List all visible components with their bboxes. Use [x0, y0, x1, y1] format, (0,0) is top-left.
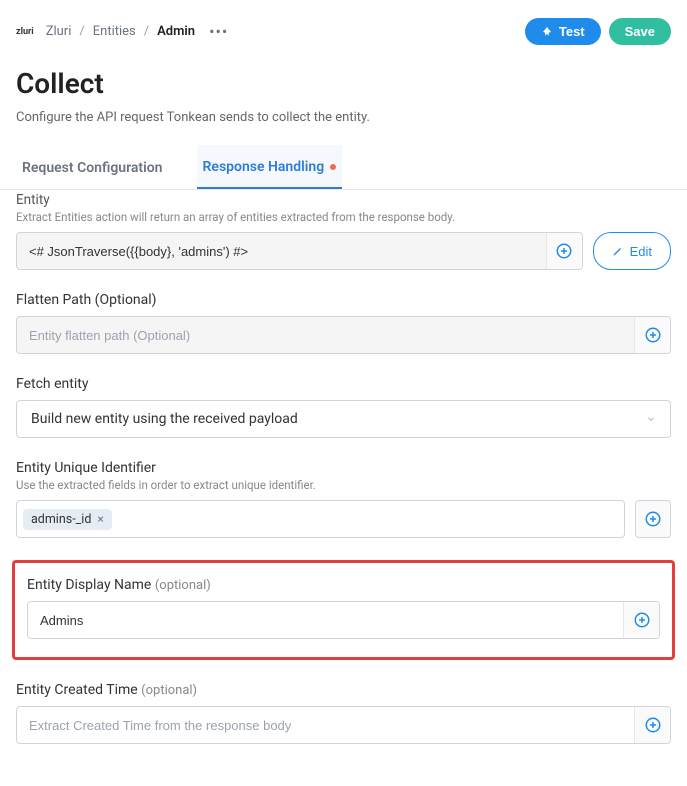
test-button[interactable]: Test — [525, 18, 601, 45]
rocket-icon — [541, 26, 553, 38]
breadcrumb-current: Admin — [157, 24, 195, 39]
test-label: Test — [559, 24, 585, 39]
breadcrumb-item[interactable]: Entities — [93, 24, 136, 39]
created-time-input[interactable] — [17, 707, 634, 743]
save-label: Save — [625, 24, 655, 39]
flatten-path-input[interactable] — [17, 317, 634, 353]
highlight-region: Entity Display Name (optional) — [12, 560, 675, 660]
remove-tag-icon[interactable]: × — [97, 512, 103, 526]
tag-chip: admins-_id × — [23, 509, 112, 530]
plus-circle-icon — [644, 510, 662, 528]
fetch-entity-select[interactable]: Build new entity using the received payl… — [16, 400, 671, 438]
insert-field-button[interactable] — [623, 602, 659, 638]
breadcrumb-item[interactable]: Zluri — [46, 24, 72, 39]
edit-label: Edit — [630, 244, 652, 259]
pencil-icon — [612, 245, 624, 257]
save-button[interactable]: Save — [609, 18, 671, 45]
insert-field-button[interactable] — [635, 500, 671, 538]
uid-tag-input[interactable]: admins-_id × — [16, 500, 625, 538]
breadcrumb-separator: / — [79, 24, 84, 39]
breadcrumb: zluri Zluri / Entities / Admin ••• — [16, 24, 228, 40]
display-name-input[interactable] — [28, 602, 623, 638]
display-name-label: Entity Display Name (optional) — [27, 577, 660, 593]
plus-circle-icon — [633, 611, 651, 629]
plus-circle-icon — [644, 716, 662, 734]
logo: zluri — [16, 27, 34, 37]
page-subtitle: Configure the API request Tonkean sends … — [16, 110, 671, 125]
dot-indicator-icon — [330, 164, 336, 170]
edit-button[interactable]: Edit — [593, 232, 671, 270]
insert-field-button[interactable] — [634, 707, 670, 743]
entity-help: Extract Entities action will return an a… — [16, 210, 671, 224]
plus-circle-icon — [555, 242, 573, 260]
flatten-path-label: Flatten Path (Optional) — [16, 292, 671, 308]
select-value: Build new entity using the received payl… — [31, 411, 298, 427]
plus-circle-icon — [644, 326, 662, 344]
tab-response-handling[interactable]: Response Handling — [197, 145, 343, 189]
tag-text: admins-_id — [31, 512, 91, 527]
uid-label: Entity Unique Identifier — [16, 460, 671, 476]
created-time-label: Entity Created Time (optional) — [16, 682, 671, 698]
chevron-down-icon — [646, 414, 656, 424]
page-title: Collect — [16, 67, 671, 100]
entity-label: Entity — [16, 192, 671, 208]
entity-expression-input[interactable] — [17, 233, 546, 269]
tab-request-configuration[interactable]: Request Configuration — [16, 145, 169, 189]
ellipsis-icon[interactable]: ••• — [209, 24, 228, 40]
uid-help: Use the extracted fields in order to ext… — [16, 478, 671, 492]
fetch-entity-label: Fetch entity — [16, 376, 671, 392]
insert-field-button[interactable] — [634, 317, 670, 353]
insert-field-button[interactable] — [546, 233, 582, 269]
tab-label: Response Handling — [203, 159, 325, 175]
breadcrumb-separator: / — [144, 24, 149, 39]
